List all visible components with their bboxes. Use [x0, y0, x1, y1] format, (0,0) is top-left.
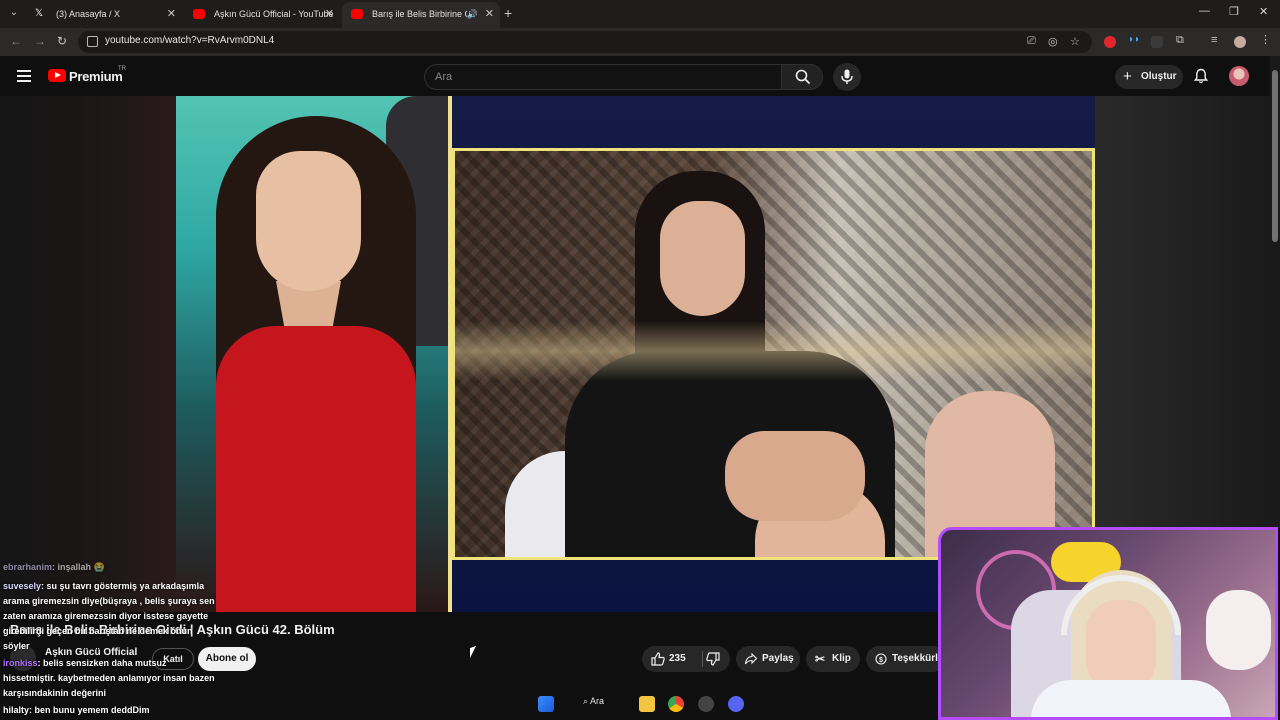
mouse-cursor — [470, 645, 476, 659]
x-logo-icon: 𝕏 — [35, 8, 44, 19]
youtube-icon — [193, 9, 205, 19]
chrome-icon[interactable] — [668, 696, 684, 712]
video-frame-left — [176, 96, 448, 612]
chat-message-continued: hissetmiştir. kaybetmeden anlamıyor insa… — [3, 673, 215, 683]
menu-icon[interactable] — [17, 70, 31, 82]
minimize-button[interactable]: — — [1199, 5, 1210, 17]
file-explorer-icon[interactable] — [639, 696, 655, 712]
inset-frame — [452, 148, 1095, 560]
search-button[interactable] — [781, 64, 823, 90]
windows-start-icon[interactable] — [538, 696, 554, 712]
chrome-menu-icon[interactable]: ⋮ — [1260, 33, 1272, 46]
thumbs-up-icon[interactable] — [651, 652, 665, 666]
taskbar-search[interactable]: ⌕ Ara — [583, 696, 604, 707]
plus-icon: + — [1123, 68, 1132, 85]
windows-taskbar: ⌕ Ara — [0, 688, 938, 720]
video-side-panel-left — [0, 96, 176, 612]
bookmark-star-icon[interactable]: ☆ — [1070, 35, 1080, 48]
tab-search-icon[interactable]: ⌄ — [6, 5, 22, 21]
back-button[interactable]: ← — [10, 34, 22, 48]
restore-button[interactable]: ❐ — [1229, 5, 1239, 18]
chat-message-continued: zaten aramıza giremezssin diyor isstese … — [3, 611, 209, 621]
search-input[interactable] — [425, 65, 781, 89]
streamer-webcam — [938, 527, 1278, 720]
share-label: Paylaş — [762, 653, 794, 664]
chat-message: suvesely: su şu tavrı göstermiş ya arkad… — [3, 581, 205, 591]
youtube-icon — [351, 9, 363, 19]
chat-message: ironkiss: belis sensizken daha mutsuz — [3, 658, 167, 668]
extension-red-icon[interactable] — [1104, 36, 1116, 48]
extension-box-icon[interactable] — [1151, 36, 1163, 48]
clip-button[interactable]: ✂ Klip — [806, 646, 860, 672]
scrollbar-thumb[interactable] — [1272, 70, 1278, 242]
chat-message-continued: arama giremezsin diye(büşraya , belis şu… — [3, 596, 215, 606]
discord-icon[interactable] — [728, 696, 744, 712]
address-bar[interactable]: youtube.com/watch?v=RvArvm0DNL4 ⎚ ◎ ☆ — [78, 31, 1092, 53]
media-control-icon[interactable]: ≡ — [1211, 34, 1223, 46]
close-icon[interactable]: ✕ — [167, 2, 176, 26]
tab-youtube-channel[interactable]: Aşkın Gücü Official - YouTube ✕ — [184, 2, 340, 28]
voice-search-button[interactable] — [833, 63, 861, 91]
browser-tab-strip: ⌄ 𝕏 (3) Anasayfa / X ✕ Aşkın Gücü Offici… — [0, 0, 1280, 28]
window-close-button[interactable]: ✕ — [1259, 5, 1268, 18]
site-info-icon[interactable] — [87, 36, 98, 47]
close-icon[interactable]: ✕ — [325, 2, 334, 26]
search-box[interactable] — [424, 64, 782, 90]
forward-button[interactable]: → — [34, 34, 46, 48]
clip-label: Klip — [832, 653, 851, 664]
chat-message-continued: girebilirdi geçen bir barıştan ne demek … — [3, 626, 193, 636]
youtube-premium-wordmark[interactable]: Premium — [69, 69, 123, 84]
scissors-icon: ✂ — [815, 652, 826, 666]
like-dislike-group: 235 — [642, 646, 730, 672]
extension-wave-icon[interactable]: ◗◗ — [1128, 34, 1140, 46]
tab-label: Barış ile Belis Birbirine Girdi — [372, 9, 467, 19]
create-button[interactable]: + Oluştur — [1115, 65, 1183, 89]
extensions-puzzle-icon[interactable]: ⧉ — [1176, 34, 1188, 46]
page-scrollbar[interactable] — [1270, 56, 1280, 527]
thumbs-down-icon[interactable] — [706, 652, 720, 666]
share-button[interactable]: Paylaş — [736, 646, 800, 672]
close-icon[interactable]: ✕ — [485, 2, 494, 26]
tab-label: (3) Anasayfa / X — [56, 9, 121, 19]
install-app-icon[interactable]: ⎚ — [1027, 35, 1036, 48]
search-icon: ⌕ — [583, 696, 591, 706]
audio-playing-icon[interactable]: 🔊 — [467, 2, 478, 26]
thanks-button[interactable]: $ Teşekkürler — [866, 646, 947, 672]
search-icon — [795, 69, 811, 85]
youtube-logo-icon[interactable] — [48, 69, 66, 82]
tab-label: Aşkın Gücü Official - YouTube — [214, 9, 334, 19]
microphone-icon — [841, 69, 853, 84]
chat-message-continued: söyler — [3, 641, 30, 651]
create-label: Oluştur — [1141, 71, 1177, 82]
svg-text:$: $ — [879, 657, 883, 664]
region-code: TR — [118, 66, 126, 72]
url-text[interactable]: youtube.com/watch?v=RvArvm0DNL4 — [105, 35, 274, 46]
tab-x-home[interactable]: 𝕏 (3) Anasayfa / X ✕ — [26, 2, 182, 28]
notifications-bell-icon[interactable] — [1193, 68, 1209, 84]
account-avatar[interactable] — [1229, 66, 1249, 86]
new-tab-button[interactable]: + — [504, 5, 512, 21]
reload-button[interactable]: ↻ — [57, 34, 67, 48]
profile-avatar[interactable] — [1234, 36, 1246, 48]
browser-toolbar: ← → ↻ youtube.com/watch?v=RvArvm0DNL4 ⎚ … — [0, 28, 1280, 56]
super-thanks-icon: $ — [875, 653, 887, 665]
obs-icon[interactable] — [698, 696, 714, 712]
eye-off-icon[interactable]: ◎ — [1048, 35, 1058, 48]
tab-youtube-video[interactable]: Barış ile Belis Birbirine Girdi 🔊 ✕ — [342, 2, 500, 28]
like-count: 235 — [669, 653, 686, 664]
chat-message: ebrarhanim: inşallah 😭 — [3, 562, 105, 572]
share-icon — [745, 653, 757, 665]
youtube-header: Premium TR + Oluştur — [0, 56, 1280, 96]
